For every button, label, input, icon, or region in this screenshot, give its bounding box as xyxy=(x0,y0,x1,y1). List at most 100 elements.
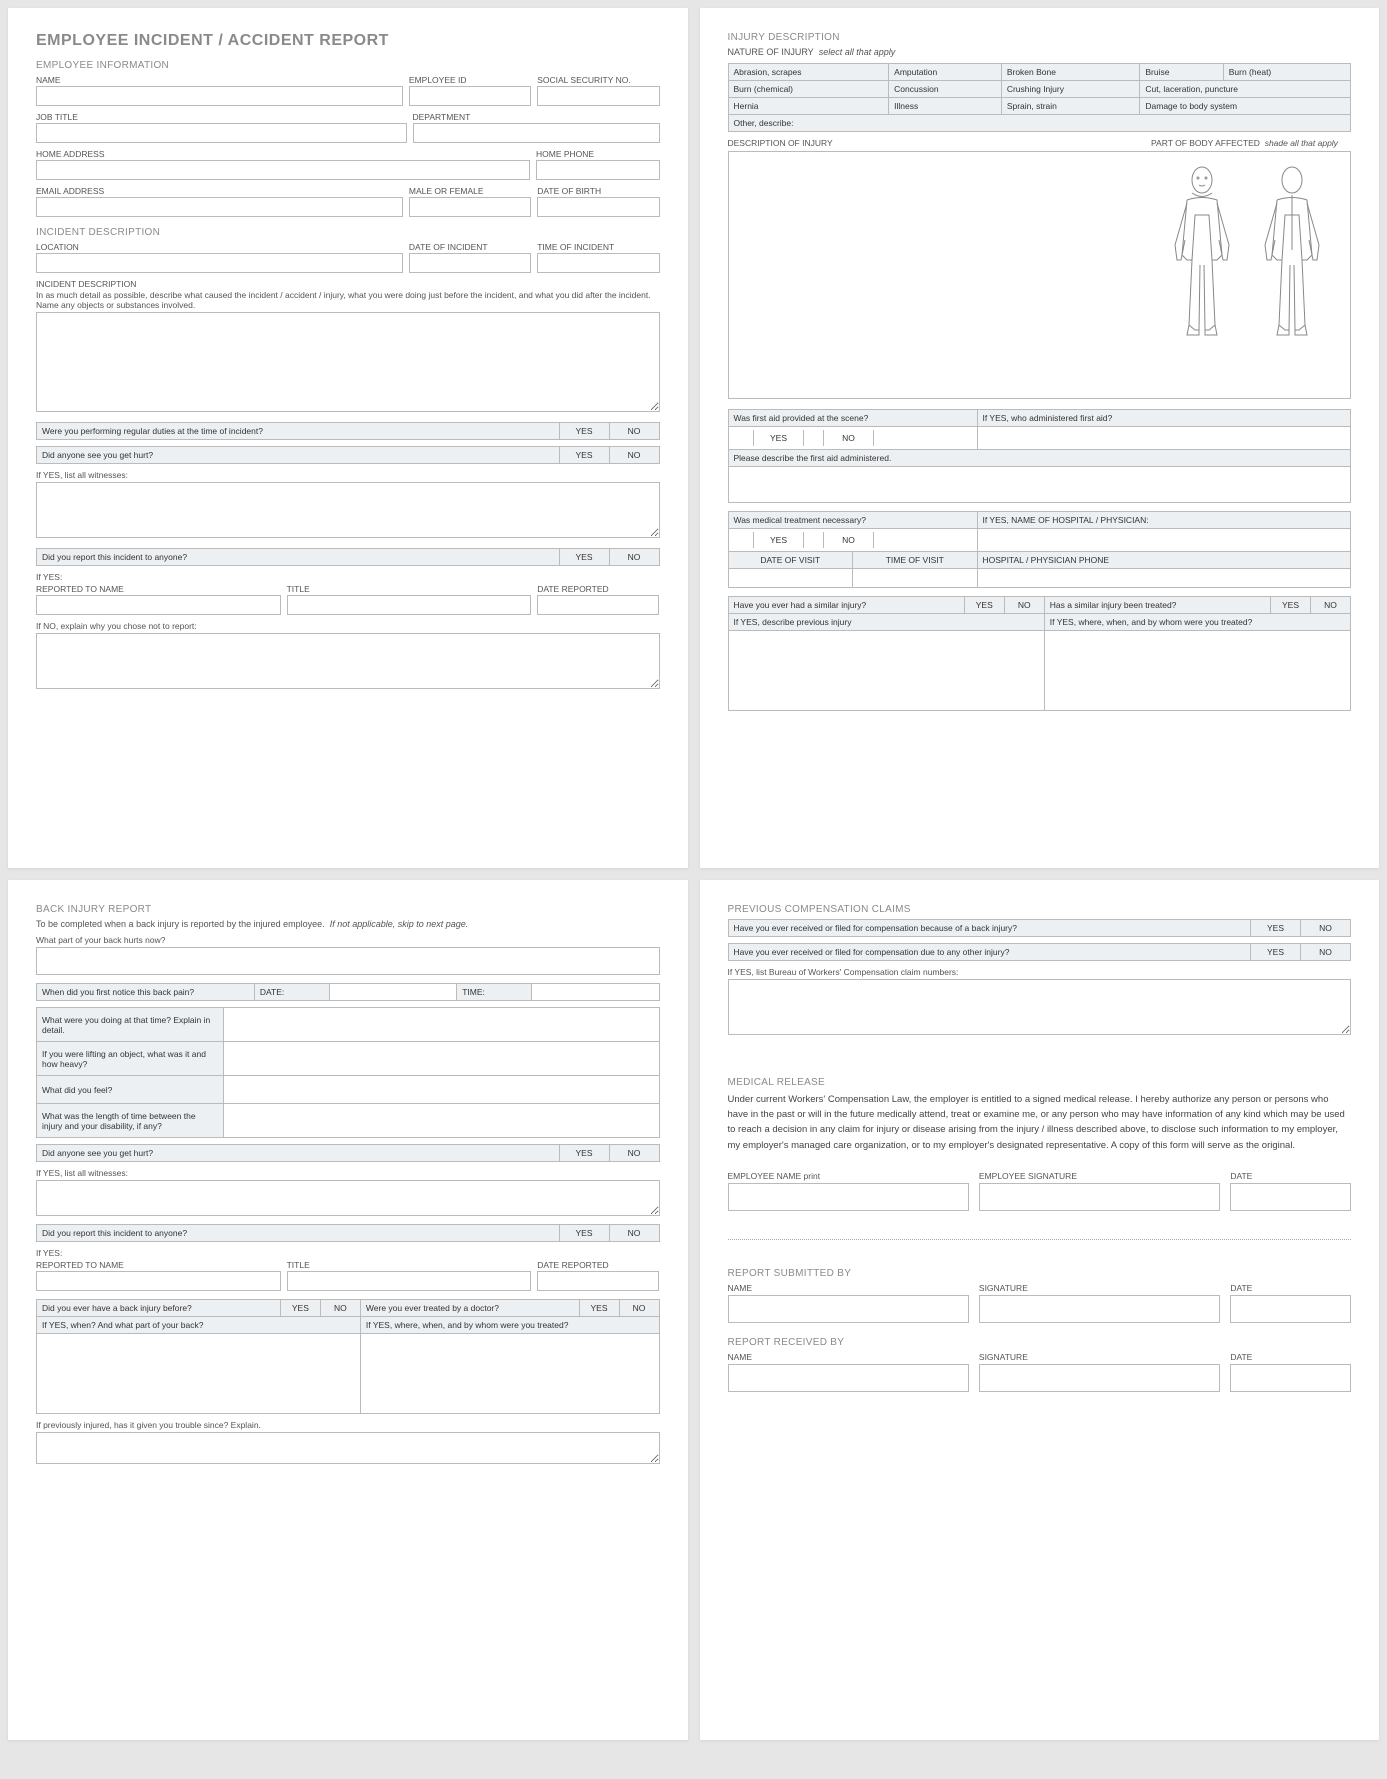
lbl-date-reported: DATE REPORTED xyxy=(537,584,659,594)
q-desc-first-aid: Please describe the first aid administer… xyxy=(728,450,1351,467)
lbl-name: NAME xyxy=(36,75,403,85)
q-who-first-aid: If YES, who administered first aid? xyxy=(977,410,1351,427)
name-field[interactable] xyxy=(36,86,403,106)
lbl-dob: DATE OF BIRTH xyxy=(537,186,659,196)
gender-field[interactable] xyxy=(409,197,531,217)
section-prev-comp: PREVIOUS COMPENSATION CLAIMS xyxy=(728,904,1352,915)
back-sub-i: If not applicable, skip to next page. xyxy=(330,919,469,929)
q-first-aid: Was first aid provided at the scene? xyxy=(728,410,977,427)
lbl-desc-injury: DESCRIPTION OF INJURY xyxy=(728,138,1146,148)
lbl-job-title: JOB TITLE xyxy=(36,112,407,122)
lbl-time-incident: TIME OF INCIDENT xyxy=(537,242,659,252)
injury-table: Abrasion, scrapesAmputationBroken BoneBr… xyxy=(728,63,1352,132)
lbl-title: TITLE xyxy=(287,584,532,594)
back-witnesses-field[interactable] xyxy=(36,1180,660,1216)
sub-date-field[interactable] xyxy=(1230,1295,1351,1323)
job-title-field[interactable] xyxy=(36,123,407,143)
emp-id-field[interactable] xyxy=(409,86,531,106)
lbl-dept: DEPARTMENT xyxy=(413,112,660,122)
q-prev-trouble: If previously injured, has it given you … xyxy=(36,1420,660,1430)
section-back-injury: BACK INJURY REPORT xyxy=(36,904,660,915)
lbl-email: EMAIL ADDRESS xyxy=(36,186,403,196)
lbl-if-yes: If YES: xyxy=(36,572,660,582)
emp-sig-field[interactable] xyxy=(979,1183,1220,1211)
reported-to-field[interactable] xyxy=(36,595,281,615)
section-rep-sub: REPORT SUBMITTED BY xyxy=(728,1268,1352,1279)
back-title-field[interactable] xyxy=(287,1271,532,1291)
yes-2[interactable]: YES xyxy=(559,447,609,464)
location-field[interactable] xyxy=(36,253,403,273)
prev-trouble-field[interactable] xyxy=(36,1432,660,1464)
rec-name-field[interactable] xyxy=(728,1364,969,1392)
section-incident-desc: INCIDENT DESCRIPTION xyxy=(36,227,660,238)
page-3: BACK INJURY REPORT To be completed when … xyxy=(8,880,688,1740)
lbl-reported-to: REPORTED TO NAME xyxy=(36,584,281,594)
no-3[interactable]: NO xyxy=(609,549,659,566)
witnesses-field[interactable] xyxy=(36,482,660,538)
lbl-nature-i: select all that apply xyxy=(819,47,896,57)
yes-1[interactable]: YES xyxy=(559,423,609,440)
dob-field[interactable] xyxy=(537,197,659,217)
section-med-release: MEDICAL RELEASE xyxy=(728,1077,1352,1088)
desc-injury-field[interactable] xyxy=(737,160,1147,390)
back-reported-to-field[interactable] xyxy=(36,1271,281,1291)
back-date-reported-field[interactable] xyxy=(537,1271,659,1291)
sub-name-field[interactable] xyxy=(728,1295,969,1323)
lbl-location: LOCATION xyxy=(36,242,403,252)
lbl-gender: MALE OR FEMALE xyxy=(409,186,531,196)
email-field[interactable] xyxy=(36,197,403,217)
ssn-field[interactable] xyxy=(537,86,659,106)
q-hosp-name: If YES, NAME OF HOSPITAL / PHYSICIAN: xyxy=(977,512,1351,529)
q-regular-duties: Were you performing regular duties at th… xyxy=(37,423,560,440)
lbl-home-addr: HOME ADDRESS xyxy=(36,149,530,159)
date-reported-field[interactable] xyxy=(537,595,659,615)
q-similar-injury: Have you ever had a similar injury? xyxy=(728,597,964,614)
lbl-if-no: If NO, explain why you chose not to repo… xyxy=(36,621,660,631)
q-did-report: Did you report this incident to anyone? xyxy=(37,549,560,566)
report-title: EMPLOYEE INCIDENT / ACCIDENT REPORT xyxy=(36,32,660,50)
q-back-hurt: What part of your back hurts now? xyxy=(36,935,660,945)
back-hurt-field[interactable] xyxy=(36,947,660,975)
no-1[interactable]: NO xyxy=(609,423,659,440)
section-injury-desc: INJURY DESCRIPTION xyxy=(728,32,1352,43)
lbl-date-incident: DATE OF INCIDENT xyxy=(409,242,531,252)
lbl-body-affected: PART OF BODY AFFECTED xyxy=(1151,138,1260,148)
dept-field[interactable] xyxy=(413,123,660,143)
rec-sig-field[interactable] xyxy=(979,1364,1220,1392)
inc-desc-hint: In as much detail as possible, describe … xyxy=(36,290,660,310)
page-4: PREVIOUS COMPENSATION CLAIMS Have you ev… xyxy=(700,880,1380,1740)
sub-sig-field[interactable] xyxy=(979,1295,1220,1323)
claims-field[interactable] xyxy=(728,979,1352,1035)
divider xyxy=(728,1239,1352,1240)
page-1: EMPLOYEE INCIDENT / ACCIDENT REPORT EMPL… xyxy=(8,8,688,868)
lbl-ssn: SOCIAL SECURITY NO. xyxy=(537,75,659,85)
lbl-emp-id: EMPLOYEE ID xyxy=(409,75,531,85)
lbl-home-phone: HOME PHONE xyxy=(536,149,660,159)
section-rep-rec: REPORT RECEIVED BY xyxy=(728,1337,1352,1348)
section-emp-info: EMPLOYEE INFORMATION xyxy=(36,60,660,71)
lbl-nature: NATURE OF INJURY xyxy=(728,47,814,57)
body-diagram-icon xyxy=(1157,160,1337,390)
home-phone-field[interactable] xyxy=(536,160,660,180)
page-2: INJURY DESCRIPTION NATURE OF INJURY sele… xyxy=(700,8,1380,868)
q-similar-treated: Has a similar injury been treated? xyxy=(1044,597,1270,614)
home-addr-field[interactable] xyxy=(36,160,530,180)
inc-desc-field[interactable] xyxy=(36,312,660,412)
body-diagram-box xyxy=(728,151,1352,399)
time-incident-field[interactable] xyxy=(537,253,659,273)
back-sub: To be completed when a back injury is re… xyxy=(36,919,325,929)
no-explain-field[interactable] xyxy=(36,633,660,689)
emp-date-field[interactable] xyxy=(1230,1183,1351,1211)
lbl-body-i: shade all that apply xyxy=(1265,138,1338,148)
emp-name-print-field[interactable] xyxy=(728,1183,969,1211)
date-incident-field[interactable] xyxy=(409,253,531,273)
title-field[interactable] xyxy=(287,595,532,615)
q-med-necessary: Was medical treatment necessary? xyxy=(728,512,977,529)
q-anyone-see: Did anyone see you get hurt? xyxy=(37,447,560,464)
lbl-inc-desc: INCIDENT DESCRIPTION xyxy=(36,279,660,289)
no-2[interactable]: NO xyxy=(609,447,659,464)
rec-date-field[interactable] xyxy=(1230,1364,1351,1392)
yes-3[interactable]: YES xyxy=(559,549,609,566)
lbl-witnesses: If YES, list all witnesses: xyxy=(36,470,660,480)
release-text: Under current Workers' Compensation Law,… xyxy=(728,1092,1352,1153)
